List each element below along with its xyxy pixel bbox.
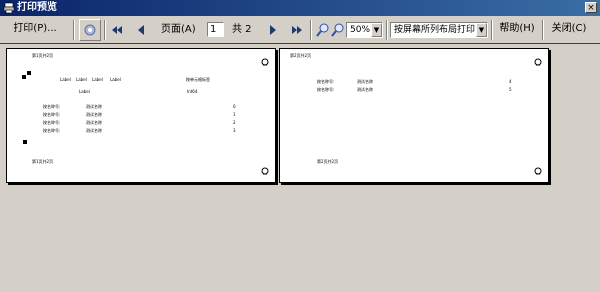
- row-name: 按名称号:: [43, 112, 61, 117]
- column-header: Label: [110, 77, 121, 82]
- close-button[interactable]: 关闭(C): [548, 19, 590, 41]
- page-label: 页面(A): [161, 24, 196, 35]
- row-number: 2: [233, 120, 236, 125]
- toolbar-separator: [73, 20, 75, 40]
- window-close-button[interactable]: ×: [585, 2, 597, 13]
- preview-page-2: 第2页共2页 按名称号: 测试名称 4 按名称号: 测试名称 5 第2页共2页: [279, 48, 549, 183]
- previous-page-icon[interactable]: [134, 23, 148, 37]
- row-number: 5: [509, 87, 512, 92]
- toolbar-separator: [386, 20, 388, 40]
- logo-icon: [534, 167, 542, 175]
- window-title: 打印预览: [17, 2, 57, 13]
- row-name: 按名称号:: [43, 128, 61, 133]
- logo-icon: [534, 58, 542, 66]
- row-value: 测试名称: [357, 79, 373, 84]
- row-name: 按名称号:: [317, 87, 335, 92]
- field-value: Int64: [187, 89, 198, 94]
- print-button[interactable]: 打印(P)...: [4, 19, 66, 41]
- page-header: 第1页共2页: [32, 53, 54, 58]
- column-header: Label: [76, 77, 87, 82]
- row-name: 按名称号:: [43, 120, 61, 125]
- page-footer: 第2页共2页: [317, 159, 339, 164]
- toolbar: 打印(P)... 页面(A) 1 共 2 50% ▼ 按屏幕所列布局打印 ▼ 帮…: [0, 17, 600, 43]
- layout-select[interactable]: 按屏幕所列布局打印 ▼: [390, 22, 488, 38]
- page-number-input[interactable]: 1: [207, 22, 224, 37]
- preview-area[interactable]: 第1页共2页 Label Label Label Label 按单元格标签 La…: [0, 43, 600, 292]
- row-name: 按名称号:: [43, 104, 61, 109]
- toolbar-separator: [104, 20, 106, 40]
- zoom-select[interactable]: 50% ▼: [346, 22, 383, 38]
- bullet-marker: [27, 71, 31, 75]
- column-header: Label: [92, 77, 103, 82]
- print-preview-icon: [3, 2, 15, 14]
- row-value: 测试名称: [86, 112, 102, 117]
- logo-icon: [261, 58, 269, 66]
- zoom-select-value: 50%: [350, 25, 371, 35]
- preview-page-1: 第1页共2页 Label Label Label Label 按单元格标签 La…: [6, 48, 276, 183]
- field-label: 按单元格标签: [186, 77, 210, 82]
- toolbar-separator: [542, 20, 544, 40]
- bullet-marker: [22, 75, 26, 79]
- help-button[interactable]: 帮助(H): [496, 19, 538, 41]
- first-page-icon[interactable]: [110, 23, 124, 37]
- layout-select-value: 按屏幕所列布局打印: [394, 25, 476, 35]
- zoom-out-icon[interactable]: [331, 23, 345, 37]
- page-header: 第2页共2页: [290, 53, 312, 58]
- gear-icon: [84, 24, 96, 36]
- zoom-in-icon[interactable]: [316, 23, 330, 37]
- page-footer: 第1页共2页: [32, 159, 54, 164]
- row-value: 测试名称: [86, 120, 102, 125]
- row-value: 测试名称: [86, 128, 102, 133]
- row-value: 测试名称: [86, 104, 102, 109]
- row-value: 测试名称: [357, 87, 373, 92]
- settings-button[interactable]: [79, 19, 101, 41]
- toolbar-separator: [491, 20, 493, 40]
- row-number: 4: [509, 79, 512, 84]
- bullet-marker: [23, 140, 27, 144]
- chevron-down-icon[interactable]: ▼: [371, 23, 382, 37]
- row-number: 3: [233, 128, 236, 133]
- column-header: Label: [60, 77, 71, 82]
- row-number: 1: [233, 112, 236, 117]
- row-name: 按名称号:: [317, 79, 335, 84]
- row-number: 0: [233, 104, 236, 109]
- title-bar: 打印预览 ×: [0, 0, 600, 16]
- chevron-down-icon[interactable]: ▼: [476, 23, 487, 37]
- sub-label: Label: [79, 89, 90, 94]
- logo-icon: [261, 167, 269, 175]
- last-page-icon[interactable]: [290, 23, 304, 37]
- next-page-icon[interactable]: [266, 23, 280, 37]
- toolbar-separator: [310, 20, 312, 40]
- total-pages-label: 共 2: [232, 24, 252, 35]
